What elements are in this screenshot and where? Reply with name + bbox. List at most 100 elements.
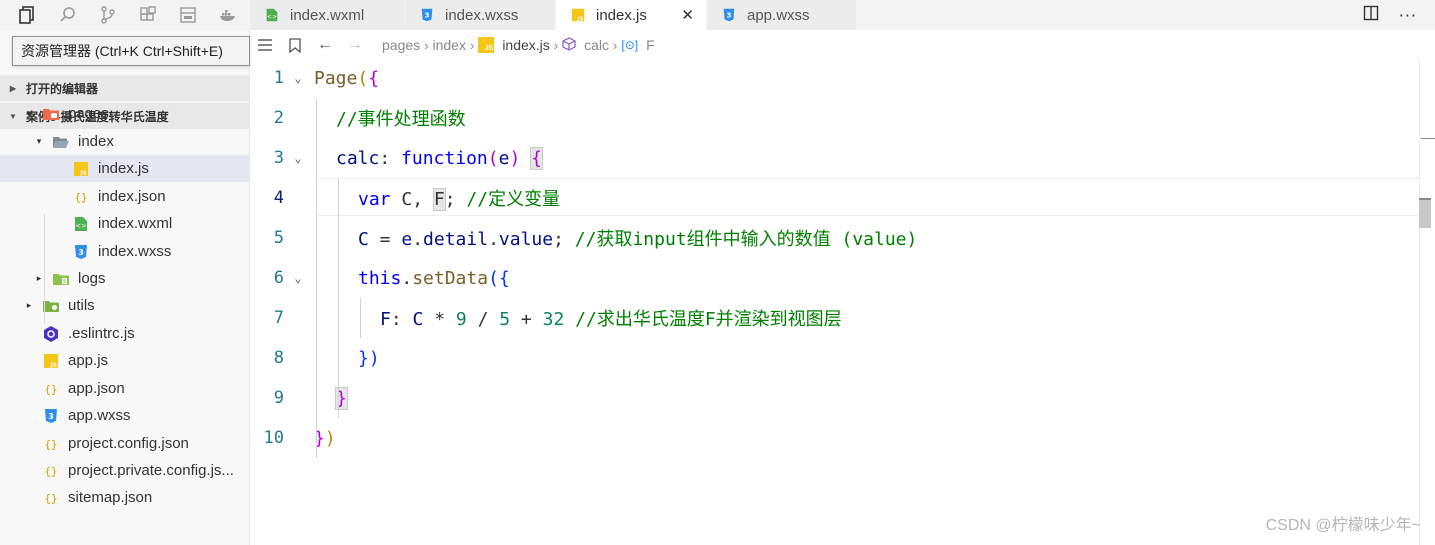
- tree-item-app-wxss[interactable]: 3 app.wxss: [0, 402, 250, 429]
- code-line[interactable]: 10}): [250, 418, 1420, 458]
- breadcrumb-item-file[interactable]: JS index.js ›: [478, 37, 562, 53]
- line-number: 1: [273, 68, 284, 88]
- breadcrumb-item-index[interactable]: index ›: [433, 37, 479, 53]
- bookmark-icon[interactable]: [280, 30, 310, 60]
- chevron-down-icon[interactable]: ▾: [32, 136, 46, 147]
- back-arrow-icon[interactable]: ←: [310, 30, 340, 60]
- code-line[interactable]: 1 ⌄ Page({: [250, 58, 1420, 98]
- code-token: F: [432, 188, 446, 211]
- js-file-icon: JS: [570, 7, 586, 23]
- forward-arrow-icon[interactable]: →: [340, 30, 370, 60]
- code-editor[interactable]: 1 ⌄ Page({2//事件处理函数 3 ⌄ calc: function(e) {4 v…: [250, 58, 1435, 545]
- code-text: calc: function(e) {: [336, 146, 543, 170]
- code-token: ): [509, 147, 532, 169]
- fold-chevron-icon[interactable]: ⌄: [292, 271, 304, 285]
- chevron-right-icon[interactable]: ▸: [22, 300, 36, 311]
- split-editor-icon[interactable]: [1363, 5, 1379, 25]
- chevron-right-icon: ▶: [9, 83, 17, 93]
- code-line[interactable]: 6 ⌄ this.setData({: [250, 258, 1420, 298]
- tree-item-label: app.json: [68, 380, 125, 397]
- tab-label: app.wxss: [747, 6, 810, 24]
- code-token: this: [358, 267, 402, 289]
- menu-icon[interactable]: [250, 30, 280, 60]
- code-text: var C, F; //定义变量: [358, 185, 560, 211]
- overview-ruler[interactable]: [1419, 58, 1435, 545]
- tree-item-label: index.js: [98, 160, 149, 177]
- wxss-file-icon: 3: [419, 7, 435, 23]
- code-token: (: [487, 147, 499, 169]
- code-line[interactable]: 9}: [250, 378, 1420, 418]
- line-number: 5: [273, 228, 284, 248]
- code-token: e: [498, 147, 510, 169]
- breadcrumb-item-f[interactable]: [⊙] F: [621, 37, 654, 53]
- code-line[interactable]: 8}): [250, 338, 1420, 378]
- code-text: C = e.detail.value; //获取input组件中输入的数值 (v…: [358, 225, 917, 251]
- more-actions-icon[interactable]: ···: [1399, 6, 1417, 25]
- tree-item-project-private-config-js[interactable]: {}... project.private.config.js...: [0, 457, 250, 484]
- tab-label: index.wxml: [290, 6, 365, 24]
- tree-item-label: .eslintrc.js: [68, 325, 135, 342]
- code-token: detail: [423, 229, 489, 250]
- tree-item-label: logs: [78, 270, 106, 287]
- code-token: :: [390, 309, 413, 330]
- breadcrumb-label: index.js: [502, 37, 550, 53]
- code-line[interactable]: 7 F: C * 9 / 5 + 32 //求出华氏温度F并渲染到视图层: [250, 298, 1420, 338]
- search-icon[interactable]: [48, 0, 88, 30]
- close-icon[interactable]: ✕: [681, 6, 694, 24]
- tree-item-project-config-json[interactable]: {}... project.config.json: [0, 430, 250, 457]
- variable-icon: [⊙]: [621, 38, 639, 52]
- tree-item-logs[interactable]: ▸ logs: [0, 265, 250, 292]
- breadcrumb-label: F: [646, 37, 655, 53]
- code-line[interactable]: 3 ⌄ calc: function(e) {: [250, 138, 1420, 178]
- svg-text:...: ...: [49, 499, 54, 505]
- code-token: +: [510, 309, 543, 330]
- code-token: (: [357, 67, 369, 89]
- editor-tabbar: <> index.wxml 3 index.wxss JS index.js ✕ 3 app.w…: [250, 0, 1435, 30]
- wxml-file-icon: <>: [264, 7, 280, 23]
- tree-item-index-wxml[interactable]: <> index.wxml: [0, 210, 250, 237]
- open-editors-label: 打开的编辑器: [26, 81, 99, 96]
- tree-item-index-json[interactable]: {}... index.json: [0, 183, 250, 210]
- code-token: 9: [455, 309, 467, 330]
- folder-open-icon: [52, 133, 70, 151]
- tree-item-index[interactable]: ▾ index: [0, 128, 250, 155]
- scrollbar-thumb[interactable]: [1419, 198, 1431, 228]
- tab-index-js[interactable]: JS index.js ✕: [556, 0, 707, 30]
- tab-app-wxss[interactable]: 3 app.wxss: [707, 0, 857, 30]
- source-control-icon[interactable]: [88, 0, 128, 30]
- code-token: *: [423, 309, 456, 330]
- docker-icon[interactable]: [208, 0, 248, 30]
- tree-item-eslintrc-js[interactable]: .eslintrc.js: [0, 320, 250, 347]
- code-token: :: [379, 147, 402, 169]
- tree-item-index-wxss[interactable]: 3 index.wxss: [0, 238, 250, 265]
- json-file-icon: {}...: [42, 380, 60, 398]
- tab-index-wxml[interactable]: <> index.wxml: [250, 0, 405, 30]
- explorer-tooltip: 资源管理器 (Ctrl+K Ctrl+Shift+E): [12, 36, 250, 66]
- code-token: .: [488, 229, 499, 250]
- tab-index-wxss[interactable]: 3 index.wxss: [405, 0, 556, 30]
- tree-item-utils[interactable]: ▸ utils: [0, 292, 250, 319]
- chevron-down-icon[interactable]: ▾: [22, 108, 36, 119]
- tree-item-pages[interactable]: ▾ pages: [0, 100, 250, 127]
- tree-item-label: project.config.json: [68, 435, 189, 452]
- tree-item-label: index.wxml: [98, 215, 173, 232]
- tree-item-index-js[interactable]: JS index.js: [0, 155, 250, 182]
- breadcrumb-item-calc[interactable]: calc ›: [562, 36, 621, 54]
- code-line[interactable]: 5 C = e.detail.value; //获取input组件中输入的数值 (…: [250, 218, 1420, 258]
- tree-item-app-js[interactable]: JS app.js: [0, 347, 250, 374]
- code-line[interactable]: 4 var C, F; //定义变量: [250, 178, 1420, 218]
- code-token: 32: [542, 309, 565, 330]
- open-editors-section[interactable]: ▶ 打开的编辑器: [0, 75, 250, 101]
- code-line[interactable]: 2 //事件处理函数: [250, 98, 1420, 138]
- tree-item-sitemap-json[interactable]: {}... sitemap.json: [0, 484, 250, 511]
- fold-chevron-icon[interactable]: ⌄: [292, 71, 304, 85]
- tree-item-label: index.wxss: [98, 243, 172, 260]
- files-icon[interactable]: [8, 0, 48, 30]
- breadcrumb-item-pages[interactable]: pages ›: [382, 37, 433, 53]
- tree-item-app-json[interactable]: {}... app.json: [0, 375, 250, 402]
- tree-item-label: project.private.config.js...: [68, 462, 234, 479]
- extensions-icon[interactable]: [128, 0, 168, 30]
- code-token: calc: [336, 147, 380, 169]
- debug-icon[interactable]: [168, 0, 208, 30]
- fold-chevron-icon[interactable]: ⌄: [292, 151, 304, 165]
